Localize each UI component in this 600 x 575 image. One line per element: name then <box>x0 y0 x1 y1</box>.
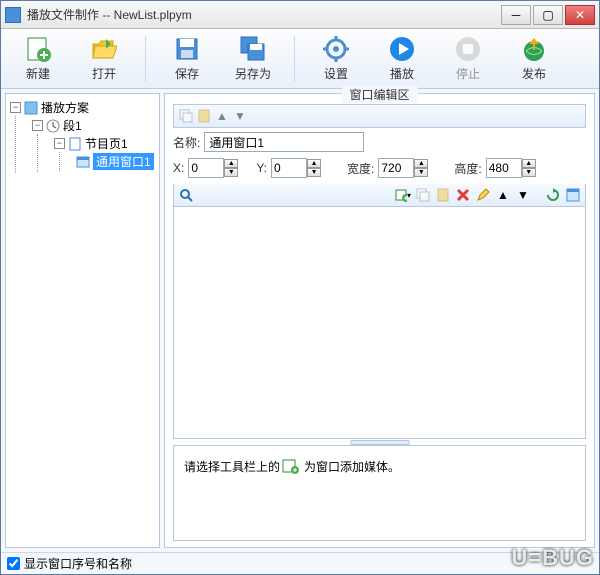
paste-icon[interactable] <box>435 187 451 203</box>
saveas-icon <box>239 35 267 63</box>
tree-label: 播放方案 <box>41 99 89 116</box>
height-spinner[interactable]: ▲▼ <box>486 158 536 178</box>
main-toolbar: 新建 打开 保存 另存为 设置 播放 停止 发布 <box>1 29 599 89</box>
window-title: 播放文件制作 -- NewList.plpym <box>27 6 501 23</box>
properties-icon[interactable] <box>565 187 581 203</box>
show-window-index-checkbox[interactable] <box>7 557 20 570</box>
maximize-button[interactable]: ▢ <box>533 5 563 25</box>
name-input[interactable] <box>204 132 364 152</box>
width-spinner[interactable]: ▲▼ <box>378 158 428 178</box>
media-list[interactable] <box>173 206 586 439</box>
refresh-icon[interactable] <box>545 187 561 203</box>
copy-icon[interactable] <box>178 108 194 124</box>
edit-icon[interactable] <box>475 187 491 203</box>
media-toolbar: ▾ ▲ ▼ <box>173 184 586 206</box>
tree-label: 通用窗口1 <box>93 153 154 170</box>
name-label: 名称: <box>173 134 200 151</box>
saveas-button[interactable]: 另存为 <box>224 32 282 86</box>
open-button[interactable]: 打开 <box>75 32 133 86</box>
hint-text-after: 为窗口添加媒体。 <box>304 458 400 475</box>
tree-panel: − 播放方案 − 段1 <box>5 93 160 548</box>
expander-icon[interactable]: − <box>10 102 21 113</box>
spin-up-icon[interactable]: ▲ <box>307 159 321 168</box>
y-label: Y: <box>256 161 267 175</box>
down-arrow-icon[interactable]: ▼ <box>232 108 248 124</box>
x-label: X: <box>173 161 184 175</box>
plan-icon <box>24 101 38 115</box>
toolbar-separator <box>294 36 295 82</box>
play-icon <box>388 35 416 63</box>
add-media-icon <box>282 458 302 474</box>
new-icon <box>24 35 52 63</box>
window-editor-group: 窗口编辑区 ▲ ▼ 名称: <box>164 93 595 548</box>
publish-button[interactable]: 发布 <box>505 32 563 86</box>
editor-toolbar-top: ▲ ▼ <box>173 104 586 128</box>
toolbar-separator <box>145 36 146 82</box>
spin-down-icon[interactable]: ▼ <box>414 168 428 177</box>
app-window: 播放文件制作 -- NewList.plpym ─ ▢ ✕ 新建 打开 保存 另… <box>0 0 600 575</box>
up-arrow-icon[interactable]: ▲ <box>214 108 230 124</box>
up-arrow-icon[interactable]: ▲ <box>495 187 511 203</box>
page-icon <box>68 137 82 151</box>
delete-icon[interactable] <box>455 187 471 203</box>
new-button[interactable]: 新建 <box>9 32 67 86</box>
statusbar: 显示窗口序号和名称 <box>1 552 599 574</box>
expander-icon[interactable]: − <box>54 138 65 149</box>
height-label: 高度: <box>454 160 481 177</box>
checkbox-label: 显示窗口序号和名称 <box>24 555 132 572</box>
group-title: 窗口编辑区 <box>341 86 417 103</box>
y-spinner[interactable]: ▲▼ <box>271 158 321 178</box>
window-icon <box>76 155 90 169</box>
add-media-icon[interactable]: ▾ <box>395 187 411 203</box>
width-label: 宽度: <box>347 160 374 177</box>
spin-down-icon[interactable]: ▼ <box>224 168 238 177</box>
stop-icon <box>454 35 482 63</box>
titlebar: 播放文件制作 -- NewList.plpym ─ ▢ ✕ <box>1 1 599 29</box>
app-icon <box>5 7 21 23</box>
gear-icon <box>322 35 350 63</box>
spin-down-icon[interactable]: ▼ <box>522 168 536 177</box>
down-arrow-icon[interactable]: ▼ <box>515 187 531 203</box>
spin-down-icon[interactable]: ▼ <box>307 168 321 177</box>
save-icon <box>173 35 201 63</box>
minimize-button[interactable]: ─ <box>501 5 531 25</box>
tree-label: 节目页1 <box>85 135 128 152</box>
hint-text-before: 请选择工具栏上的 <box>184 458 280 475</box>
publish-icon <box>520 35 548 63</box>
hint-panel: 请选择工具栏上的 为窗口添加媒体。 <box>173 445 586 541</box>
paste-icon[interactable] <box>196 108 212 124</box>
stop-button[interactable]: 停止 <box>439 32 497 86</box>
play-button[interactable]: 播放 <box>373 32 431 86</box>
editor-panel: 窗口编辑区 ▲ ▼ 名称: <box>164 93 595 548</box>
zoom-icon[interactable] <box>178 187 194 203</box>
save-button[interactable]: 保存 <box>158 32 216 86</box>
main-area: − 播放方案 − 段1 <box>1 89 599 552</box>
close-button[interactable]: ✕ <box>565 5 595 25</box>
spin-up-icon[interactable]: ▲ <box>224 159 238 168</box>
spin-up-icon[interactable]: ▲ <box>414 159 428 168</box>
expander-icon[interactable]: − <box>32 120 43 131</box>
settings-button[interactable]: 设置 <box>307 32 365 86</box>
tree-page[interactable]: − 节目页1 <box>54 135 155 152</box>
tree-window[interactable]: 通用窗口1 <box>76 153 155 170</box>
tree-segment[interactable]: − 段1 <box>32 117 155 134</box>
clock-icon <box>46 119 60 133</box>
spin-up-icon[interactable]: ▲ <box>522 159 536 168</box>
copy-icon[interactable] <box>415 187 431 203</box>
tree-label: 段1 <box>63 117 82 134</box>
open-icon <box>90 35 118 63</box>
tree-root[interactable]: − 播放方案 <box>10 99 155 116</box>
x-spinner[interactable]: ▲▼ <box>188 158 238 178</box>
